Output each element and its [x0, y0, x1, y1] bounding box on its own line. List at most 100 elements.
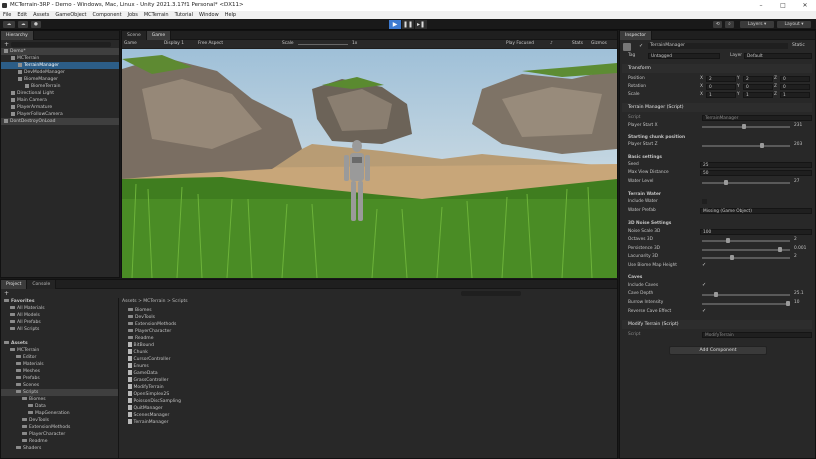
- project-file-item[interactable]: ExtensionMethods: [128, 321, 328, 328]
- burrow-value[interactable]: 10: [794, 299, 799, 306]
- project-tree-item[interactable]: [1, 333, 118, 340]
- octaves-value[interactable]: 2: [794, 236, 797, 243]
- hierarchy-item[interactable]: DevModeManager: [1, 69, 119, 76]
- pause-button[interactable]: ❚❚: [402, 20, 414, 29]
- project-search-field[interactable]: [461, 290, 522, 296]
- step-button[interactable]: ▸❚: [415, 20, 427, 29]
- transform-scale-y-field[interactable]: 1: [743, 92, 773, 98]
- gizmos-dropdown[interactable]: Gizmos: [591, 40, 607, 48]
- menu-item-window[interactable]: Window: [199, 11, 219, 19]
- project-tree-item[interactable]: MapGeneration: [1, 410, 118, 417]
- transform-header[interactable]: Transform: [628, 66, 651, 71]
- noise-scale-field[interactable]: 100: [700, 229, 812, 235]
- view-distance-field[interactable]: 50: [700, 170, 812, 176]
- layer-dropdown[interactable]: Default: [744, 53, 812, 59]
- water-prefab-field[interactable]: Missing (Game Object): [700, 208, 812, 214]
- transform-position-z-field[interactable]: 0: [780, 76, 810, 82]
- project-breadcrumb[interactable]: Assets > MCTerrain > Scripts: [122, 298, 188, 305]
- hierarchy-item[interactable]: BiomeManager: [1, 76, 119, 83]
- menu-item-gameobject[interactable]: GameObject: [55, 11, 86, 19]
- project-tree-item[interactable]: Editor: [1, 354, 118, 361]
- maximize-icon[interactable]: □: [772, 0, 794, 11]
- hierarchy-item[interactable]: MCTerrain: [1, 55, 119, 62]
- water-level-slider[interactable]: [702, 180, 790, 185]
- modify-script-field[interactable]: ModifyTerrain: [702, 332, 812, 338]
- hierarchy-item[interactable]: PlayerFollowCamera: [1, 111, 119, 118]
- menu-item-assets[interactable]: Assets: [33, 11, 49, 19]
- tab-scene[interactable]: Scene: [122, 31, 147, 40]
- lacunarity-value[interactable]: 2: [794, 253, 797, 260]
- cloud-icon[interactable]: ☁: [18, 21, 28, 28]
- layout-dropdown[interactable]: Layout ▾: [777, 21, 811, 28]
- project-file-item[interactable]: Chunk: [128, 349, 328, 356]
- game-render[interactable]: [122, 49, 617, 278]
- tag-dropdown[interactable]: Untagged: [648, 53, 720, 59]
- add-component-button[interactable]: Add Component: [669, 346, 767, 355]
- hierarchy-item[interactable]: BiomeTerrain: [1, 83, 119, 90]
- active-checkbox[interactable]: ✓: [639, 44, 644, 49]
- add-icon[interactable]: +: [4, 41, 9, 48]
- persistence-value[interactable]: 0.001: [794, 245, 806, 252]
- project-tree-item[interactable]: Readme: [1, 438, 118, 445]
- project-file-item[interactable]: PlayerCharacter: [128, 328, 328, 335]
- project-file-item[interactable]: DevTools: [128, 314, 328, 321]
- transform-rotation-x-field[interactable]: 0: [706, 84, 736, 90]
- project-file-item[interactable]: ScenesManager: [128, 412, 328, 419]
- transform-scale-x-field[interactable]: 1: [706, 92, 736, 98]
- account-button[interactable]: ☁: [3, 21, 15, 28]
- close-icon[interactable]: ✕: [794, 0, 816, 11]
- mute-icon[interactable]: ♪: [550, 40, 553, 48]
- project-tree-item[interactable]: Scripts: [1, 389, 118, 396]
- project-tree-item[interactable]: Data: [1, 403, 118, 410]
- tab-hierarchy[interactable]: Hierarchy: [1, 31, 34, 40]
- object-name-field[interactable]: TerrainManager: [648, 43, 788, 49]
- use-biome-checkbox[interactable]: ✓: [702, 263, 707, 268]
- player-start-z-value[interactable]: 203: [794, 141, 802, 148]
- project-tree-item[interactable]: Materials: [1, 361, 118, 368]
- player-start-z-slider[interactable]: [702, 143, 790, 148]
- project-file-item[interactable]: PoissonDiscSampling: [128, 398, 328, 405]
- project-tree-item[interactable]: Scenes: [1, 382, 118, 389]
- layers-dropdown[interactable]: Layers ▾: [740, 21, 774, 28]
- project-file-item[interactable]: ModifyTerrain: [128, 384, 328, 391]
- minimize-icon[interactable]: –: [750, 0, 772, 11]
- reverse-caves-checkbox[interactable]: ✓: [702, 309, 707, 314]
- hierarchy-item[interactable]: PlayerArmature: [1, 104, 119, 111]
- project-file-item[interactable]: Enums: [128, 363, 328, 370]
- project-file-item[interactable]: Readme: [128, 335, 328, 342]
- project-tree-item[interactable]: MCTerrain: [1, 347, 118, 354]
- project-tree-item[interactable]: Prefabs: [1, 375, 118, 382]
- static-checkbox[interactable]: Static: [792, 43, 805, 48]
- hierarchy-item[interactable]: Directional Light: [1, 90, 119, 97]
- search-field[interactable]: [11, 41, 112, 47]
- menu-item-file[interactable]: File: [3, 11, 11, 19]
- project-file-item[interactable]: BitBound: [128, 342, 328, 349]
- project-tree-item[interactable]: Shaders: [1, 445, 118, 452]
- project-file-item[interactable]: CursorController: [128, 356, 328, 363]
- project-tree-item[interactable]: Favorites: [1, 298, 118, 305]
- player-start-x-value[interactable]: 231: [794, 122, 802, 129]
- collab-icon[interactable]: ●: [31, 21, 41, 28]
- project-file-item[interactable]: OpenSimplex2S: [128, 391, 328, 398]
- project-file-item[interactable]: TerrainManager: [128, 419, 328, 426]
- menu-item-help[interactable]: Help: [225, 11, 236, 19]
- burrow-slider[interactable]: [702, 301, 790, 306]
- transform-position-x-field[interactable]: 2: [706, 76, 736, 82]
- project-tree-item[interactable]: ExtensionMethods: [1, 424, 118, 431]
- tab-project[interactable]: Project: [1, 280, 28, 289]
- terrain-manager-header[interactable]: Terrain Manager (Script): [628, 105, 684, 110]
- tab-game[interactable]: Game: [146, 31, 172, 40]
- transform-scale-z-field[interactable]: 1: [780, 92, 810, 98]
- project-file-item[interactable]: GameData: [128, 370, 328, 377]
- transform-rotation-z-field[interactable]: 0: [780, 84, 810, 90]
- menu-item-mcterrain[interactable]: MCTerrain: [144, 11, 169, 19]
- menu-item-tutorial[interactable]: Tutorial: [175, 11, 193, 19]
- stats-button[interactable]: Stats: [572, 40, 583, 48]
- lacunarity-slider[interactable]: [702, 255, 790, 260]
- project-tree-item[interactable]: All Materials: [1, 305, 118, 312]
- project-tree-item[interactable]: All Models: [1, 312, 118, 319]
- project-tree-item[interactable]: DevTools: [1, 417, 118, 424]
- menu-item-jobs[interactable]: Jobs: [128, 11, 138, 19]
- hierarchy-item[interactable]: Main Camera: [1, 97, 119, 104]
- display-dropdown[interactable]: Display 1: [164, 40, 184, 48]
